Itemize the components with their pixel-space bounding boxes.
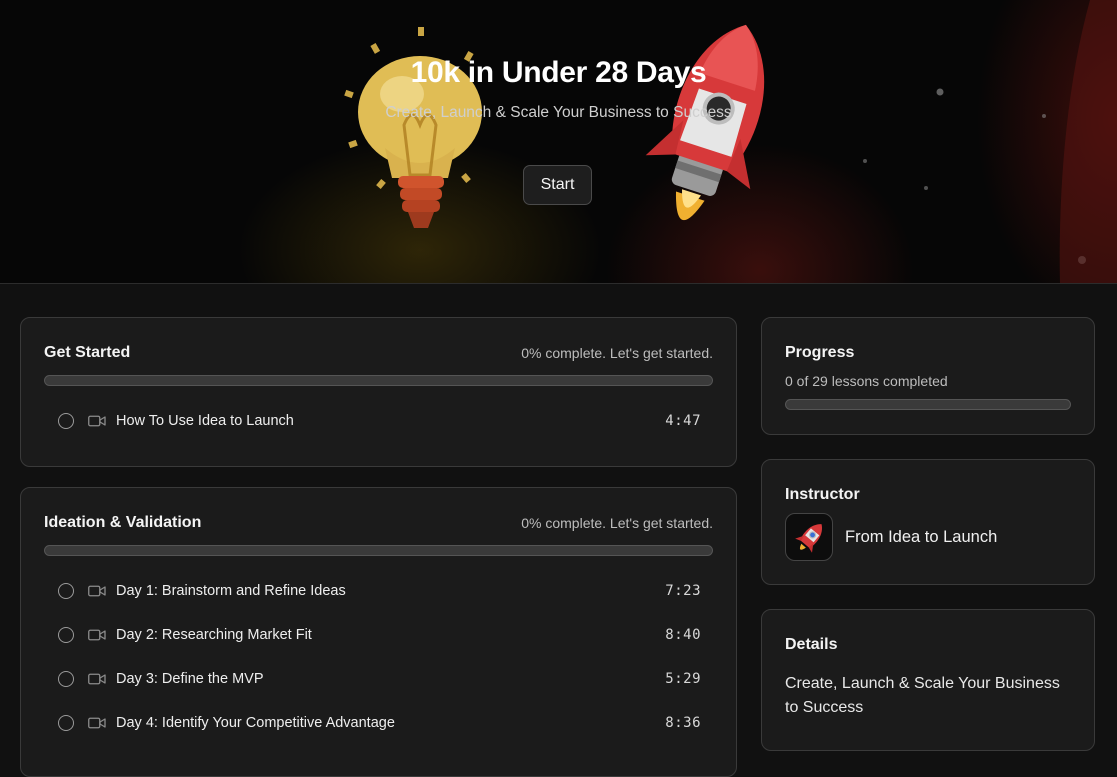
details-title: Details [785,636,838,653]
lesson-title: How To Use Idea to Launch [116,413,294,429]
progress-title: Progress [785,344,855,361]
module-status: 0% complete. Let's get started. [521,345,713,361]
circle-icon[interactable] [58,715,74,731]
hero-illustration [344,0,1117,283]
planet-edge-decoration [1059,0,1117,283]
instructor-card: Instructor From Idea to Launch [761,459,1095,585]
lesson-title: Day 4: Identify Your Competitive Advanta… [116,715,395,731]
details-card: Details Create, Launch & Scale Your Busi… [761,609,1095,751]
lesson-item[interactable]: Day 4: Identify Your Competitive Advanta… [44,711,701,735]
circle-icon[interactable] [58,627,74,643]
details-description: Create, Launch & Scale Your Business to … [785,675,1060,716]
lesson-title: Day 2: Researching Market Fit [116,627,312,643]
lesson-title: Day 3: Define the MVP [116,671,264,687]
lesson-duration: 4:47 [665,413,701,429]
lesson-item[interactable]: Day 3: Define the MVP 5:29 [44,667,701,691]
start-button[interactable]: Start [523,165,592,205]
progress-summary: 0 of 29 lessons completed [785,373,948,389]
circle-icon[interactable] [58,413,74,429]
progress-card: Progress 0 of 29 lessons completed [761,317,1095,435]
hero-banner: 10k in Under 28 Days Create, Launch & Sc… [0,0,1117,284]
circle-icon[interactable] [58,583,74,599]
lesson-duration: 5:29 [665,671,701,687]
circle-icon[interactable] [58,671,74,687]
module-progress-bar [44,375,713,386]
video-camera-icon [88,673,106,685]
video-camera-icon [88,717,106,729]
lesson-item[interactable]: Day 2: Researching Market Fit 8:40 [44,623,701,647]
lesson-duration: 7:23 [665,583,701,599]
module-status: 0% complete. Let's get started. [521,515,713,531]
lesson-duration: 8:36 [665,715,701,731]
rocket-icon [645,24,765,221]
course-subtitle: Create, Launch & Scale Your Business to … [385,104,732,121]
rocket-icon [795,524,823,553]
module-title: Get Started [44,344,131,361]
module-card-ideation-validation: Ideation & Validation 0% complete. Let's… [20,487,737,777]
module-progress-bar [44,545,713,556]
lesson-duration: 8:40 [665,627,701,643]
lesson-item[interactable]: How To Use Idea to Launch 4:47 [44,409,701,433]
video-camera-icon [88,629,106,641]
module-title: Ideation & Validation [44,514,202,531]
lesson-title: Day 1: Brainstorm and Refine Ideas [116,583,346,599]
lesson-item[interactable]: Day 1: Brainstorm and Refine Ideas 7:23 [44,579,701,603]
overall-progress-bar [785,399,1071,410]
instructor-name[interactable]: From Idea to Launch [845,528,997,547]
instructor-title: Instructor [785,486,860,503]
video-camera-icon [88,415,106,427]
course-title: 10k in Under 28 Days [410,56,707,89]
avatar[interactable] [785,513,833,561]
module-card-get-started: Get Started 0% complete. Let's get start… [20,317,737,467]
video-camera-icon [88,585,106,597]
